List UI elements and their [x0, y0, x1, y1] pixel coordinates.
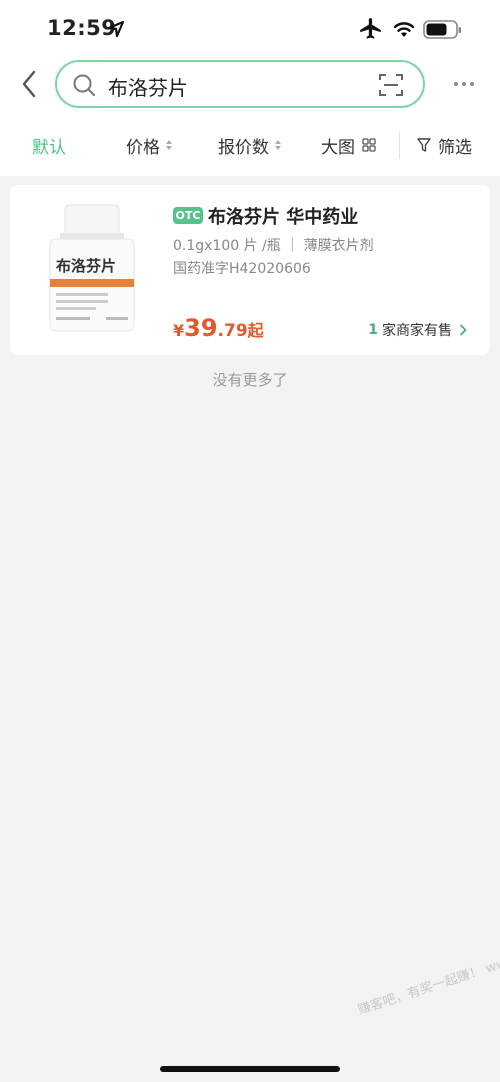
sort-arrows-icon — [275, 140, 281, 150]
list-end-text: 没有更多了 — [212, 371, 288, 389]
sort-default-tab[interactable]: 默认 — [32, 132, 66, 158]
search-input[interactable]: 布洛芬片 — [55, 60, 425, 108]
chevron-right-icon — [460, 324, 467, 336]
sellers-label: 家商家有售 — [382, 323, 452, 339]
large-image-toggle[interactable]: 大图 — [321, 132, 376, 158]
watermark: 赚客吧，有奖一起赚！ www.zuanke8.com — [356, 924, 500, 1019]
large-image-label: 大图 — [321, 137, 355, 158]
product-price: ¥39.79起 — [173, 314, 264, 342]
scan-icon[interactable] — [378, 72, 404, 98]
more-button[interactable] — [449, 72, 479, 96]
otc-badge: OTC — [173, 207, 203, 224]
more-icon — [454, 82, 458, 86]
sort-quote-count-tab[interactable]: 报价数 — [218, 132, 281, 158]
grid-icon — [362, 138, 376, 152]
sort-quote-count-label: 报价数 — [218, 137, 269, 158]
sort-price-label: 价格 — [126, 137, 160, 158]
filter-label: 筛选 — [438, 137, 472, 158]
product-card[interactable]: 布洛芬片 OTC 布洛芬片 华中药业 0.1gx100 片 /瓶 ｜ 薄膜衣片剂… — [10, 185, 490, 355]
sort-default-label: 默认 — [32, 137, 66, 158]
home-indicator[interactable] — [160, 1066, 340, 1072]
price-integer: 39 — [184, 314, 218, 342]
wifi-icon — [393, 22, 415, 37]
price-suffix: 起 — [247, 321, 264, 340]
airplane-icon — [360, 18, 381, 39]
battery-icon — [423, 20, 461, 39]
back-icon — [22, 70, 36, 98]
sort-divider — [399, 131, 400, 159]
sort-price-tab[interactable]: 价格 — [126, 132, 172, 158]
filter-icon — [417, 138, 431, 152]
product-image: 布洛芬片 — [49, 204, 135, 332]
search-icon — [73, 74, 95, 96]
status-bar: 12:59 — [0, 0, 500, 58]
location-arrow-icon — [107, 20, 125, 38]
product-spec: 0.1gx100 片 /瓶 ｜ 薄膜衣片剂 — [173, 238, 374, 254]
back-button[interactable] — [14, 67, 44, 101]
filter-button[interactable]: 筛选 — [416, 132, 472, 158]
product-approval-number: 国药准字H42020606 — [173, 261, 311, 277]
sellers-count: 1 — [368, 322, 378, 338]
sort-arrows-icon — [166, 140, 172, 150]
search-query[interactable]: 布洛芬片 — [108, 72, 188, 101]
product-title: 布洛芬片 华中药业 — [208, 207, 359, 228]
currency-symbol: ¥ — [173, 321, 185, 340]
sellers-link[interactable]: 1 家商家有售 — [368, 320, 468, 340]
price-decimal: .79 — [217, 321, 248, 341]
bottle-label: 布洛芬片 — [56, 257, 116, 275]
